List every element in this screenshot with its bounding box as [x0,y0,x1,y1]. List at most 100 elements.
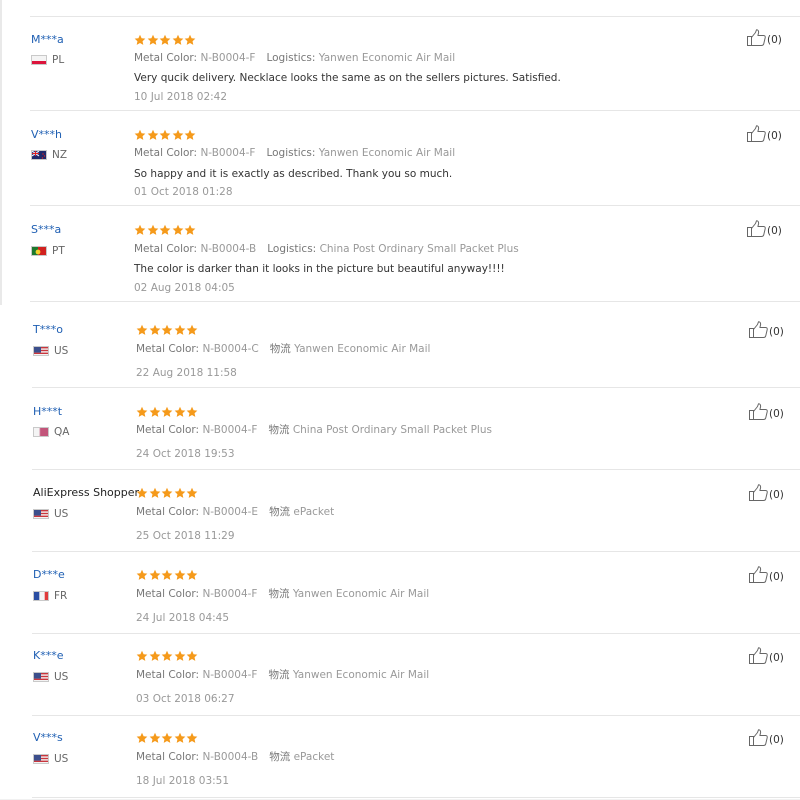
thumbs-up-icon [747,29,767,46]
reviewer-country: QA [33,426,69,438]
reviewer-name: AliExpress Shopper [33,486,140,499]
metal-color-label: Metal Color: [136,424,200,436]
reviewer-country: US [33,508,68,520]
review-text: So happy and it is exactly as described.… [134,168,453,180]
metal-color-value: N-B0004-F [200,52,256,64]
country-code: NZ [52,149,68,161]
order-info: Metal Color: N-B0004-F 物流 China Post Ordi… [136,424,492,436]
reviewer-name[interactable]: T***o [33,323,63,336]
country-code: US [54,508,69,520]
review-text: The color is darker than it looks in the… [134,263,505,275]
star-icon [186,324,198,336]
helpful-count: (0) [767,34,782,46]
metal-color-label: Metal Color: [136,751,200,763]
helpful-button[interactable]: (0) [747,125,782,142]
logistics-value: Yanwen Economic Air Mail [318,147,456,159]
metal-color-value: N-B0004-F [202,588,258,600]
logistics-value: China Post Ordinary Small Packet Plus [319,243,519,255]
helpful-button[interactable]: (0) [749,484,784,501]
star-rating [136,324,199,336]
star-icon [159,34,171,46]
star-rating [136,569,199,581]
star-icon [134,224,146,236]
helpful-button[interactable]: (0) [749,729,784,746]
star-icon [184,224,196,236]
thumbs-up-icon [749,321,769,338]
reviewer-name[interactable]: V***s [33,731,63,744]
country-code: QA [54,426,70,438]
star-icon [136,569,148,581]
review-text: Very qucik delivery. Necklace looks the … [134,72,561,84]
reviewer-name[interactable]: M***a [31,33,64,46]
helpful-count: (0) [769,734,784,746]
order-info: Metal Color: N-B0004-C 物流 Yanwen Economic… [136,343,430,355]
star-icon [147,129,159,141]
logistics-label: Logistics: [267,243,317,255]
helpful-button[interactable]: (0) [747,220,782,237]
star-icon [186,406,198,418]
logistics-value: Yanwen Economic Air Mail [292,669,430,681]
metal-color-value: N-B0004-F [200,147,256,159]
helpful-button[interactable]: (0) [749,321,784,338]
thumbs-up-icon [749,484,769,501]
helpful-count: (0) [769,571,784,583]
review-item: M***a PL Metal Color: N-B0004-F Logistics… [0,16,800,111]
star-icon [174,732,186,744]
logistics-value: Yanwen Economic Air Mail [294,343,431,355]
star-icon [172,129,184,141]
review-item: K***e US Metal Color: N-B0004-F 物流 Yanwen… [0,634,800,716]
star-icon [149,650,161,662]
reviewer-name[interactable]: K***e [33,649,63,662]
reviewer-name[interactable]: S***a [31,223,61,236]
helpful-count: (0) [767,225,782,237]
review-item: V***s US Metal Color: N-B0004-B 物流 ePacke… [0,716,800,798]
star-icon [149,406,161,418]
review-date: 25 Oct 2018 11:29 [136,530,235,542]
logistics-label: 物流 [269,343,291,355]
star-icon [161,732,173,744]
helpful-button[interactable]: (0) [747,29,782,46]
review-divider [32,797,800,798]
country-flag-icon [33,672,49,682]
country-flag-icon [33,754,49,764]
helpful-button[interactable]: (0) [749,566,784,583]
reviewer-country: PT [31,245,65,257]
metal-color-label: Metal Color: [136,506,200,518]
review-date: 22 Aug 2018 11:58 [136,367,237,379]
metal-color-value: N-B0004-F [202,424,258,436]
metal-color-label: Metal Color: [136,343,200,355]
country-code: FR [54,590,68,602]
thumbs-up-icon [749,566,769,583]
star-rating [136,406,199,418]
order-info: Metal Color: N-B0004-F 物流 Yanwen Economic… [136,588,429,600]
star-rating [134,34,197,46]
thumbs-up-icon [749,403,769,420]
country-flag-icon [33,427,49,437]
logistics-label: Logistics: [266,52,316,64]
country-flag-icon [31,150,47,160]
star-icon [186,732,198,744]
logistics-label: 物流 [269,506,291,518]
metal-color-value: N-B0004-B [202,751,259,763]
country-code: US [54,753,69,765]
star-icon [159,129,171,141]
helpful-button[interactable]: (0) [749,403,784,420]
reviewer-name[interactable]: V***h [31,128,62,141]
reviewer-name[interactable]: D***e [33,568,65,581]
order-info: Metal Color: N-B0004-B 物流 ePacket [136,751,334,763]
thumbs-up-icon [749,729,769,746]
metal-color-value: N-B0004-F [202,669,258,681]
reviewer-name[interactable]: H***t [33,405,62,418]
country-code: PL [52,54,65,66]
country-flag-icon [33,346,49,356]
star-icon [136,650,148,662]
country-code: US [54,671,69,683]
star-rating [136,732,199,744]
star-icon [161,324,173,336]
star-icon [184,34,196,46]
logistics-label: Logistics: [266,147,316,159]
helpful-button[interactable]: (0) [749,647,784,664]
star-icon [161,650,173,662]
reviewer-country: US [33,345,68,357]
helpful-count: (0) [769,408,784,420]
